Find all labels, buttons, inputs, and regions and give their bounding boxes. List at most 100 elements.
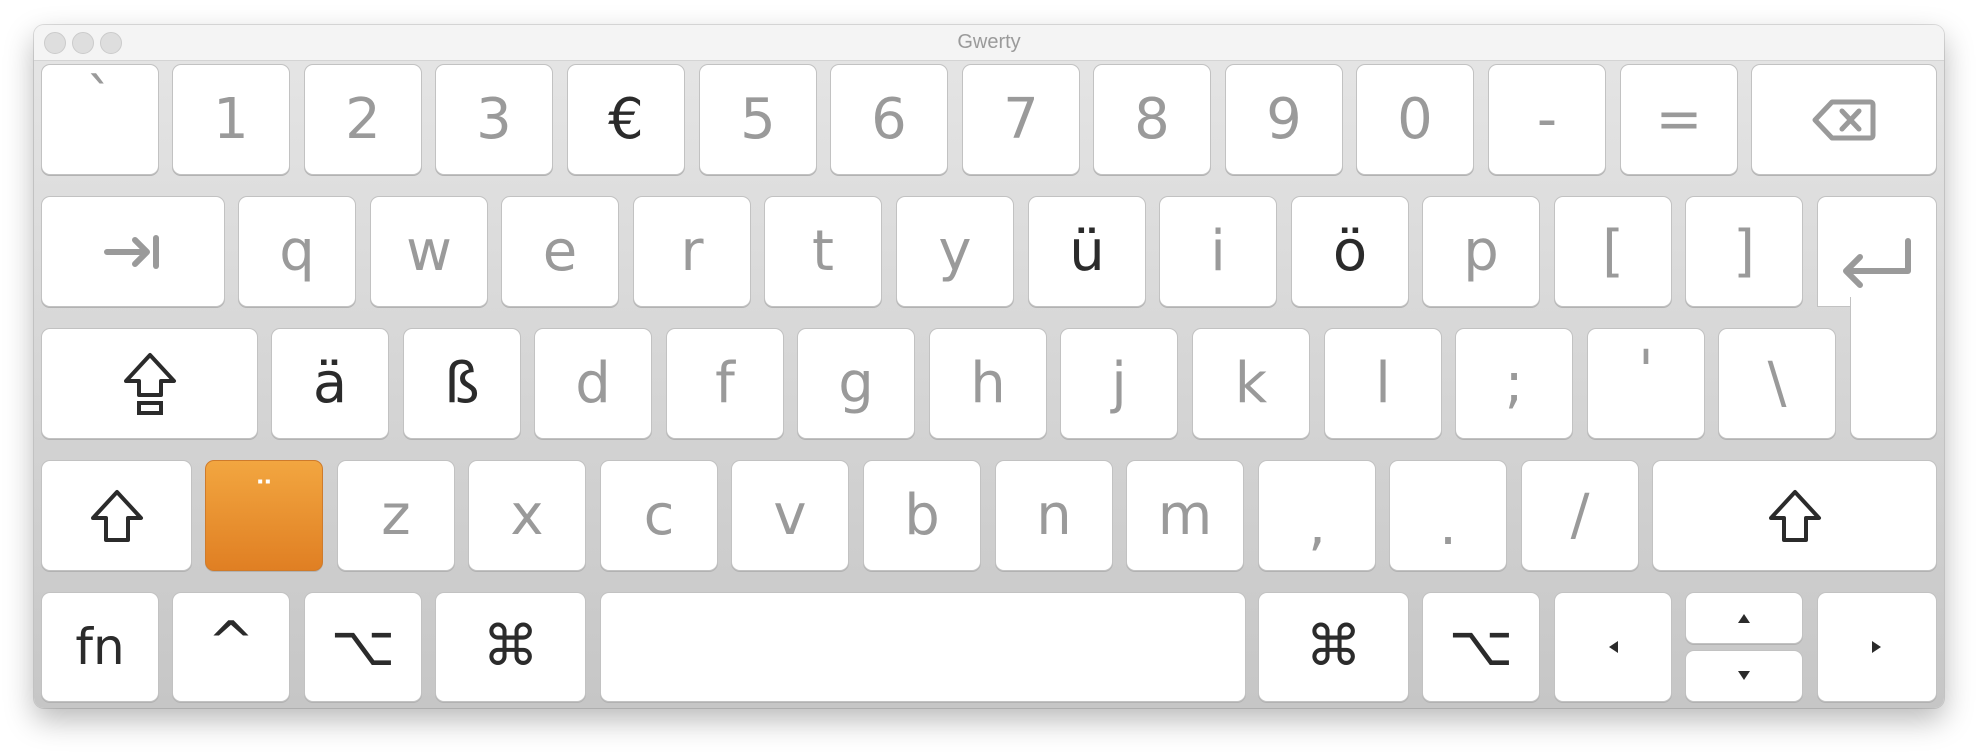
key-caps-lock[interactable] [41, 328, 258, 439]
key-8[interactable]: 8 [1093, 64, 1211, 175]
key-label: 3 [476, 86, 512, 152]
key-semicolon[interactable]: ; [1455, 328, 1573, 439]
key-label: w [406, 218, 452, 284]
key-tab[interactable] [41, 196, 225, 307]
key-label: q [279, 218, 315, 284]
key-z[interactable]: z [337, 460, 455, 571]
key-u-umlaut[interactable]: ü [1028, 196, 1146, 307]
key-label: f [715, 350, 735, 416]
key-label: d [575, 350, 611, 416]
key-fn[interactable]: fn [41, 592, 159, 702]
key-label: t [812, 218, 834, 284]
key-v[interactable]: v [731, 460, 849, 571]
key-quote[interactable]: ' [1587, 328, 1705, 439]
key-a-umlaut[interactable]: ä [271, 328, 389, 439]
key-eszett[interactable]: ß [403, 328, 521, 439]
key-l[interactable]: l [1324, 328, 1442, 439]
key-arrow-down[interactable] [1685, 650, 1803, 702]
key-control[interactable]: ^ [172, 592, 290, 702]
key-label: ä [312, 350, 348, 416]
key-6[interactable]: 6 [830, 64, 948, 175]
key-7[interactable]: 7 [962, 64, 1080, 175]
key-y[interactable]: y [896, 196, 1014, 307]
key-label: p [1463, 218, 1499, 284]
key-h[interactable]: h [929, 328, 1047, 439]
key-label: 1 [213, 86, 249, 152]
key-comma[interactable]: , [1258, 460, 1376, 571]
key-backtick[interactable]: ` [41, 64, 159, 175]
key-o-umlaut[interactable]: ö [1291, 196, 1409, 307]
caps-lock-icon [122, 351, 178, 417]
key-p[interactable]: p [1422, 196, 1540, 307]
key-0[interactable]: 0 [1356, 64, 1474, 175]
key-minus[interactable]: - [1488, 64, 1606, 175]
key-g[interactable]: g [797, 328, 915, 439]
key-1[interactable]: 1 [172, 64, 290, 175]
key-slash[interactable]: / [1521, 460, 1639, 571]
window-title: Gwerty [957, 31, 1021, 53]
key-backslash[interactable]: \ [1718, 328, 1836, 439]
tab-icon [103, 232, 163, 272]
key-label: € [608, 86, 644, 152]
key-c[interactable]: c [600, 460, 718, 571]
key-x[interactable]: x [468, 460, 586, 571]
key-label: l [1375, 350, 1391, 416]
key-label: h [970, 350, 1006, 416]
key-m[interactable]: m [1126, 460, 1244, 571]
key-label: g [838, 350, 874, 416]
arrow-up-icon [1736, 611, 1752, 625]
key-label: \ [1767, 350, 1787, 416]
key-label: 9 [1266, 86, 1302, 152]
key-j[interactable]: j [1060, 328, 1178, 439]
key-arrow-up[interactable] [1685, 592, 1803, 644]
key-q[interactable]: q [238, 196, 356, 307]
key-label: ⌥ [330, 614, 396, 679]
key-3[interactable]: 3 [435, 64, 553, 175]
key-right-shift[interactable] [1652, 460, 1937, 571]
shift-icon [89, 488, 145, 544]
key-e[interactable]: e [501, 196, 619, 307]
key-right-bracket[interactable]: ] [1685, 196, 1803, 307]
key-2[interactable]: 2 [304, 64, 422, 175]
key-label: 5 [740, 86, 776, 152]
key-equals[interactable]: = [1620, 64, 1738, 175]
key-r[interactable]: r [633, 196, 751, 307]
key-i[interactable]: i [1159, 196, 1277, 307]
key-return[interactable] [1817, 196, 1937, 307]
key-right-option[interactable]: ⌥ [1422, 592, 1540, 702]
key-label: i [1210, 218, 1226, 284]
key-5[interactable]: 5 [699, 64, 817, 175]
key-b[interactable]: b [863, 460, 981, 571]
key-label: ' [1638, 338, 1654, 404]
key-label: m [1157, 482, 1213, 548]
key-label: v [773, 482, 807, 548]
key-f[interactable]: f [666, 328, 784, 439]
shift-icon [1767, 488, 1823, 544]
key-k[interactable]: k [1192, 328, 1310, 439]
key-space[interactable] [600, 592, 1246, 702]
key-label: ; [1504, 350, 1524, 416]
key-label: y [938, 218, 972, 284]
key-label: k [1234, 350, 1268, 416]
key-left-option[interactable]: ⌥ [304, 592, 422, 702]
key-t[interactable]: t [764, 196, 882, 307]
key-w[interactable]: w [370, 196, 488, 307]
key-delete[interactable] [1751, 64, 1937, 175]
key-4-euro[interactable]: € [567, 64, 685, 175]
key-arrow-left[interactable] [1554, 592, 1672, 702]
return-icon [1836, 237, 1918, 297]
key-return-lower[interactable] [1850, 297, 1937, 439]
key-right-command[interactable]: ⌘ [1258, 592, 1409, 702]
key-d[interactable]: d [534, 328, 652, 439]
key-left-command[interactable]: ⌘ [435, 592, 586, 702]
key-left-bracket[interactable]: [ [1554, 196, 1672, 307]
key-dead-umlaut[interactable]: ¨ [205, 460, 323, 571]
key-9[interactable]: 9 [1225, 64, 1343, 175]
key-left-shift[interactable] [41, 460, 192, 571]
key-label: fn [75, 618, 125, 676]
key-period[interactable]: . [1389, 460, 1507, 571]
key-label: ⌘ [1305, 614, 1362, 679]
key-label: c [643, 482, 675, 548]
key-arrow-right[interactable] [1817, 592, 1937, 702]
key-n[interactable]: n [995, 460, 1113, 571]
